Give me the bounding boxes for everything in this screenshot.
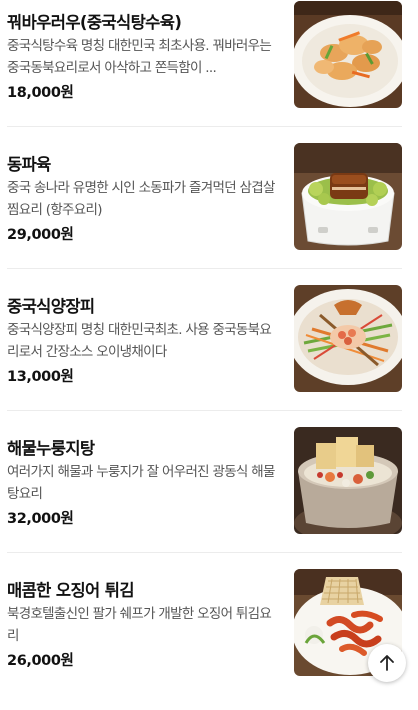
item-divider <box>7 268 402 269</box>
arrow-up-icon <box>380 655 394 671</box>
sweet-sour-pork-photo[interactable] <box>294 1 402 108</box>
scroll-to-top-button[interactable] <box>368 644 406 682</box>
menu-item-description: 북경호텔출신인 팔가 쉐프가 개발한 오징어 튀김요리 <box>7 606 272 644</box>
menu-item-name: 동파육 <box>7 155 51 174</box>
item-divider <box>7 410 402 411</box>
menu-item-name: 해물누룽지탕 <box>7 439 95 458</box>
menu-item-price: 32,000원 <box>7 511 74 527</box>
menu-item-description: 중국 송나라 유명한 시인 소동파가 즐겨먹던 삼겹살 찜요리 (항주요리) <box>7 180 275 218</box>
menu-item-dongpo-pork[interactable]: 동파육 중국 송나라 유명한 시인 소동파가 즐겨먹던 삼겹살 찜요리 (항주요… <box>0 142 418 284</box>
dongpo-pork-photo[interactable] <box>294 143 402 250</box>
menu-item-price: 29,000원 <box>7 227 74 243</box>
menu-item-description: 중국식탕수육 명칭 대한민국 최초사용. 꿔바러우는 중국동북요리로서 아삭하고… <box>7 38 272 76</box>
menu-item-sweet-sour-pork[interactable]: 꿔바우러우(중국식탕수육) 중국식탕수육 명칭 대한민국 최초사용. 꿔바러우는… <box>0 0 418 142</box>
menu-item-yangjangpi[interactable]: 중국식양장피 중국식양장피 명칭 대한민국최초. 사용 중국동북요리로서 간장소… <box>0 284 418 426</box>
item-divider <box>7 552 402 553</box>
menu-item-seafood-rice-crust-soup[interactable]: 해물누룽지탕 여러가지 해물과 누룽지가 잘 어우러진 광동식 해물탕요리 32… <box>0 426 418 568</box>
menu-item-description: 여러가지 해물과 누룽지가 잘 어우러진 광동식 해물탕요리 <box>7 464 275 502</box>
yangjangpi-photo[interactable] <box>294 285 402 392</box>
item-divider <box>7 126 402 127</box>
menu-item-name: 매콤한 오징어 튀김 <box>7 581 135 600</box>
menu-item-price: 26,000원 <box>7 653 74 669</box>
menu-item-name: 중국식양장피 <box>7 297 95 316</box>
seafood-rice-crust-soup-photo[interactable] <box>294 427 402 534</box>
menu-item-name: 꿔바우러우(중국식탕수육) <box>7 13 182 32</box>
menu-item-price: 18,000원 <box>7 85 74 101</box>
menu-item-description: 중국식양장피 명칭 대한민국최초. 사용 중국동북요리로서 간장소스 오이냉채이… <box>7 322 272 360</box>
menu-item-price: 13,000원 <box>7 369 74 385</box>
